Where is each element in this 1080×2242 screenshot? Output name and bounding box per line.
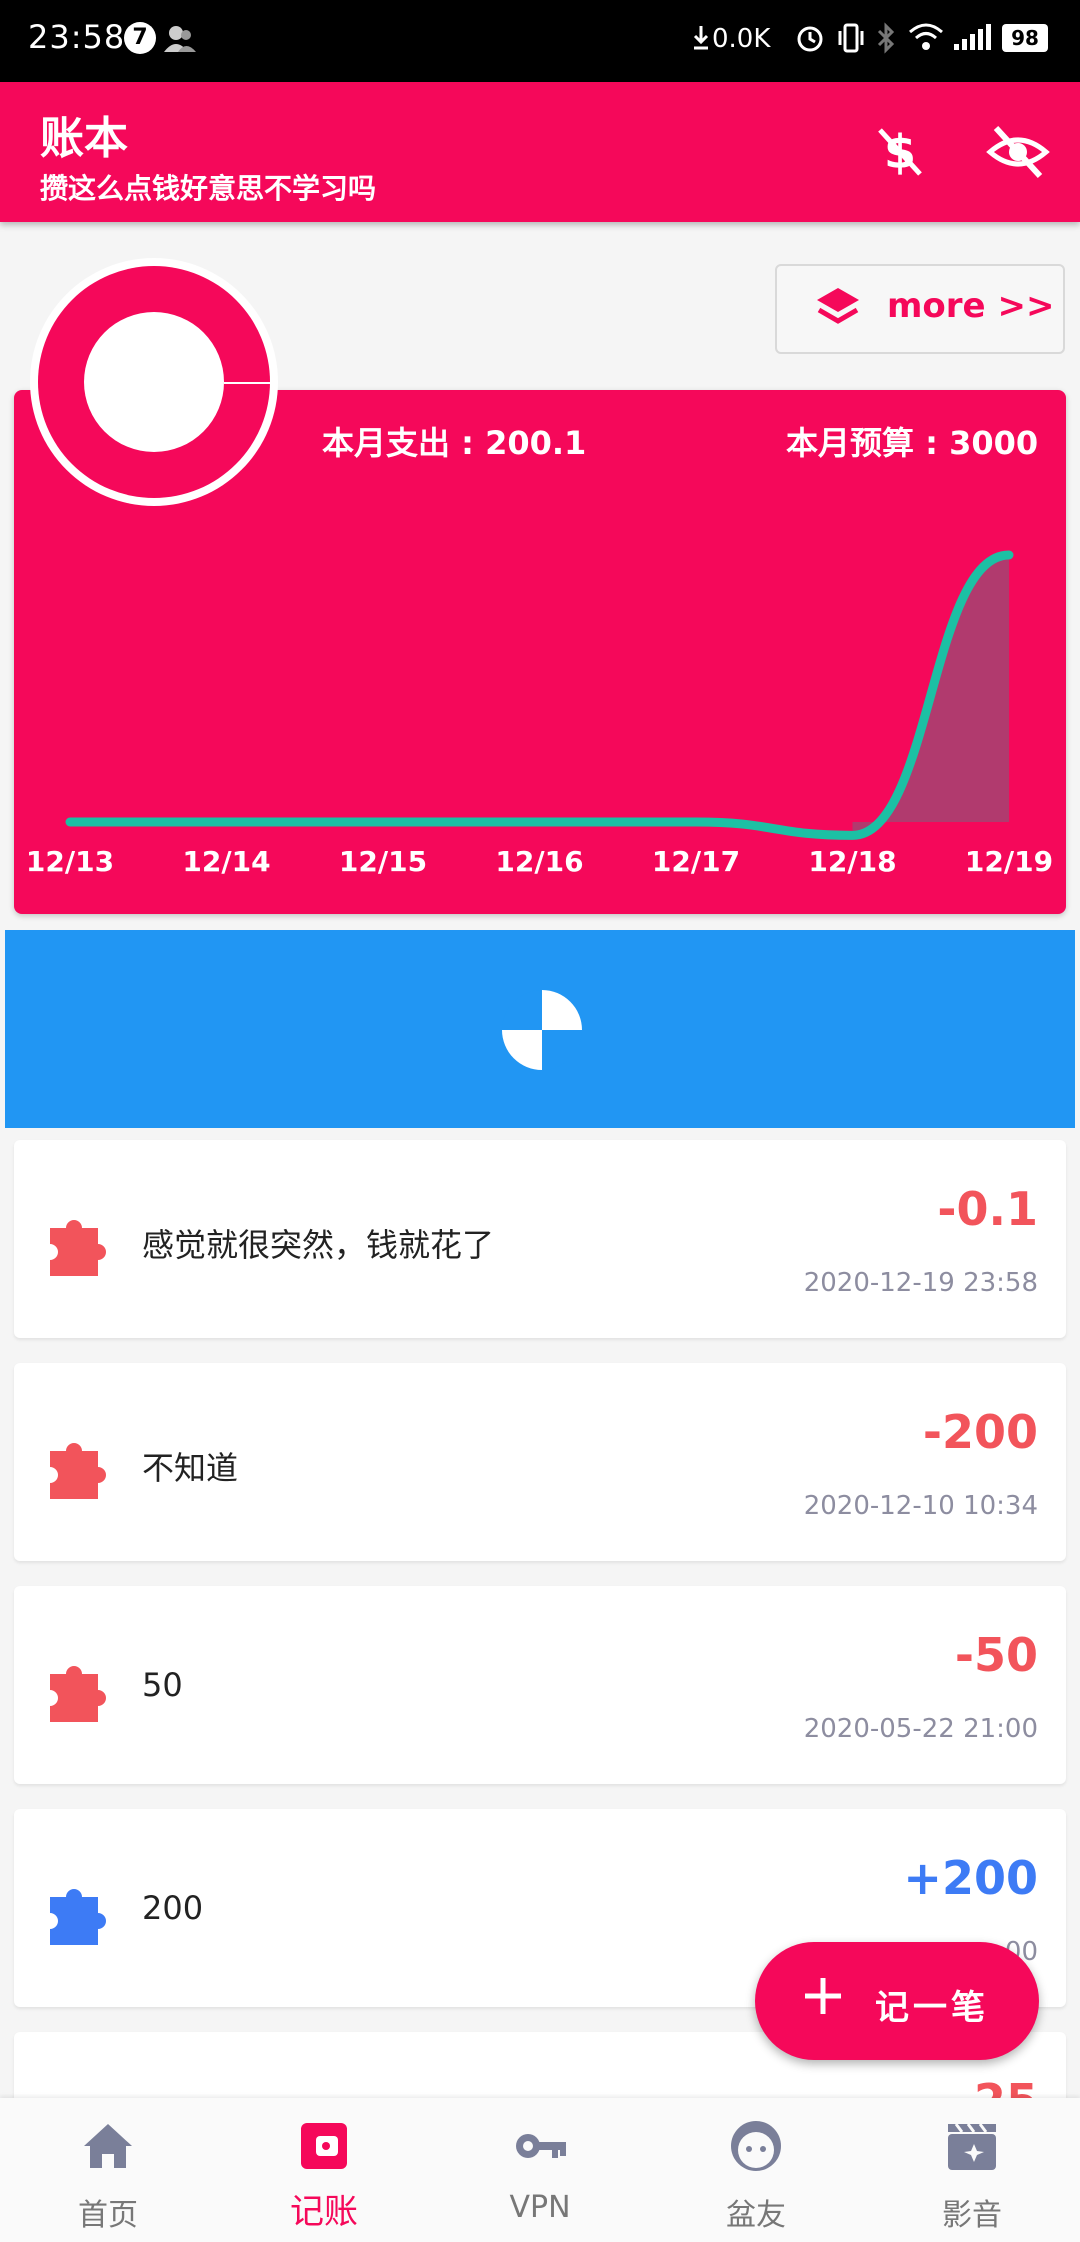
monthly-budget: 本月预算 : 3000 [786, 424, 1039, 462]
record-amount: -200 [922, 1405, 1038, 1459]
layers-icon [817, 288, 859, 324]
puzzle-icon [50, 1666, 106, 1722]
page-subtitle: 攒这么点钱好意思不学习吗 [40, 172, 377, 205]
vibrate-icon [838, 23, 864, 53]
spending-line [65, 550, 1014, 840]
hide-visibility-button[interactable] [986, 120, 1050, 184]
record-description: 50 [142, 1666, 183, 1704]
puzzle-icon [50, 1220, 106, 1276]
x-tick-label: 12/13 [25, 845, 115, 878]
page-title: 账本 [40, 113, 128, 164]
key-icon [516, 2134, 566, 2158]
status-time: 23:58 [28, 18, 126, 56]
nav-label: 记账 [290, 2192, 358, 2232]
wifi-icon [909, 23, 943, 50]
record-item[interactable]: 50 -50 2020-05-22 21:00 [14, 1586, 1066, 1784]
record-description: 不知道 [142, 1449, 239, 1487]
home-icon [84, 2124, 132, 2168]
pinwheel-icon [502, 990, 582, 1070]
hide-money-button[interactable]: $ [868, 120, 932, 184]
record-item[interactable]: 感觉就很突然，钱就花了 -0.1 2020-12-19 23:58 [14, 1140, 1066, 1338]
x-tick-label: 12/18 [808, 845, 897, 878]
record-description: 感觉就很突然，钱就花了 [142, 1226, 495, 1264]
app-bar: 账本 攒这么点钱好意思不学习吗 $ [0, 82, 1080, 222]
record-time: 2020-05-22 21:00 [803, 1714, 1038, 1744]
x-tick-label: 12/19 [964, 845, 1054, 878]
clapperboard-icon [948, 2123, 996, 2170]
nav-label: 盆友 [726, 2198, 786, 2233]
nav-label: 首页 [78, 2198, 138, 2233]
puzzle-icon [50, 1889, 106, 1945]
x-tick-label: 12/15 [338, 845, 428, 878]
nav-label: VPN [509, 2190, 571, 2225]
status-bar: 23:58 7 0.0K 98 [0, 0, 1080, 82]
alarm-icon [797, 26, 823, 52]
monthly-expense: 本月支出 : 200.1 [322, 424, 587, 462]
record-amount: +200 [903, 1851, 1038, 1905]
more-label: more >> [887, 286, 1055, 326]
plus-icon [805, 1978, 841, 2014]
add-record-button[interactable]: 记一笔 [755, 1942, 1039, 2060]
budget-donut [24, 252, 284, 512]
nav-item-vpn[interactable]: VPN [432, 2098, 648, 2242]
x-tick-label: 12/14 [182, 845, 271, 878]
record-time: 2020-12-19 23:58 [803, 1268, 1038, 1298]
nav-item-home[interactable]: 首页 [0, 2098, 216, 2242]
network-speed: 0.0K [712, 24, 771, 54]
nav-item-media[interactable]: 影音 [864, 2098, 1080, 2242]
nav-label: 影音 [942, 2198, 1002, 2233]
battery-indicator: 98 [1002, 24, 1048, 52]
puzzle-icon [50, 1443, 106, 1499]
signal-icon [954, 24, 991, 50]
contacts-icon [164, 26, 196, 52]
add-record-label: 记一笔 [875, 1988, 989, 2028]
bluetooth-icon [877, 22, 895, 54]
nav-item-friends[interactable]: 盆友 [648, 2098, 864, 2242]
x-tick-label: 12/17 [651, 845, 741, 878]
record-item[interactable]: 不知道 -200 2020-12-10 10:34 [14, 1363, 1066, 1561]
download-icon [693, 26, 709, 50]
more-button[interactable]: more >> [775, 264, 1065, 354]
notification-count-badge: 7 [124, 22, 156, 54]
wallet-icon [301, 2123, 347, 2169]
banner[interactable] [5, 930, 1075, 1128]
x-tick-label: 12/16 [495, 845, 584, 878]
record-amount: -50 [954, 1628, 1038, 1682]
record-description: 200 [142, 1889, 204, 1927]
record-time: 2020-12-10 10:34 [803, 1491, 1038, 1521]
bottom-navigation: 首页 记账 VPN 盆友 影音 [0, 2098, 1080, 2242]
face-icon [731, 2121, 781, 2171]
record-amount: -0.1 [937, 1182, 1038, 1236]
nav-item-accounting[interactable]: 记账 [216, 2098, 432, 2242]
